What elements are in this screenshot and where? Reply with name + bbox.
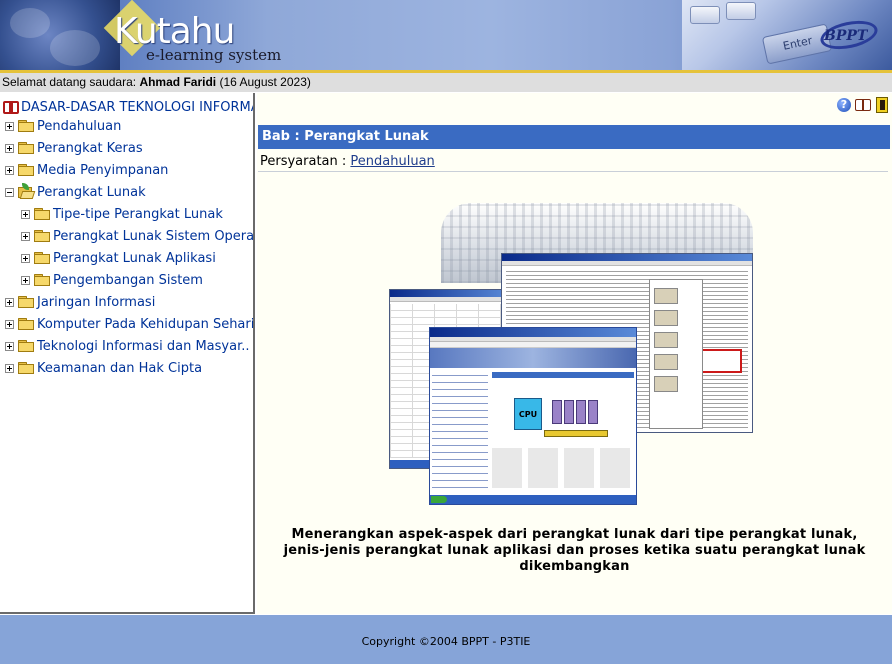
folder-icon	[34, 252, 50, 264]
software-screenshots-illustration: CPU	[389, 203, 755, 505]
folder-icon	[34, 274, 50, 286]
course-tree-sidebar: DASAR-DASAR TEKNOLOGI INFORMAS.. Pendahu…	[0, 93, 255, 614]
tree-item-label: Tipe-tipe Perangkat Lunak	[53, 206, 223, 222]
collapse-minus-icon[interactable]	[5, 187, 14, 197]
folder-icon	[34, 230, 50, 242]
welcome-prefix: Selamat datang saudara:	[2, 75, 137, 89]
copyright-text: Copyright ©2004 BPPT - P3TIE	[361, 635, 531, 648]
tree-item-label: Keamanan dan Hak Cipta	[37, 360, 203, 376]
tree-item-label: Perangkat Lunak Sistem Operasi	[53, 228, 255, 244]
prerequisite-label: Persyaratan :	[260, 154, 347, 169]
tree-item-komputer-kehidupan[interactable]: Komputer Pada Kehidupan Sehari..	[5, 315, 255, 333]
expand-plus-icon[interactable]	[5, 143, 14, 153]
book-icon	[3, 100, 19, 115]
folder-icon	[18, 142, 34, 154]
open-folder-icon	[18, 183, 36, 199]
content-toolbar: ?	[837, 97, 888, 113]
prerequisite-line: Persyaratan : Pendahuluan	[260, 154, 435, 169]
tree-item-perangkat-lunak[interactable]: Perangkat Lunak	[5, 183, 146, 201]
expand-plus-icon[interactable]	[21, 231, 30, 241]
logo-word: Kutahu	[114, 11, 235, 52]
prerequisite-link[interactable]: Pendahuluan	[350, 154, 434, 169]
tree-item-label: Perangkat Lunak	[37, 184, 146, 200]
tree-item-jaringan-informasi[interactable]: Jaringan Informasi	[5, 293, 155, 311]
chapter-description: Menerangkan aspek-aspek dari perangkat l…	[283, 527, 866, 574]
tree-item-media-penyimpanan[interactable]: Media Penyimpanan	[5, 161, 168, 179]
tree-root-course[interactable]: DASAR-DASAR TEKNOLOGI INFORMAS..	[3, 99, 255, 115]
folder-icon	[18, 340, 34, 352]
folder-icon	[18, 318, 34, 330]
open-book-icon[interactable]	[855, 98, 872, 112]
expand-plus-icon[interactable]	[21, 209, 30, 219]
tree-item-label: Teknologi Informasi dan Masyar..	[37, 338, 250, 354]
tree-subitem-pengembangan-sistem[interactable]: Pengembangan Sistem	[21, 271, 203, 289]
enter-key-label: Enter	[781, 33, 814, 53]
expand-plus-icon[interactable]	[21, 275, 30, 285]
tree-item-perangkat-keras[interactable]: Perangkat Keras	[5, 139, 143, 157]
bppt-logo-text: BPPT	[824, 28, 868, 44]
tree-item-label: Media Penyimpanan	[37, 162, 169, 178]
bppt-logo: BPPT	[817, 16, 882, 54]
folder-icon	[18, 362, 34, 374]
header-keyboard-artwork: Enter BPPT	[682, 0, 892, 70]
tree-item-label: Komputer Pada Kehidupan Sehari..	[37, 316, 255, 332]
tree-subitem-sistem-operasi[interactable]: Perangkat Lunak Sistem Operasi	[21, 227, 255, 245]
tree-item-label: Pengembangan Sistem	[53, 272, 203, 288]
thumbnails-window-image	[649, 279, 703, 429]
help-icon[interactable]: ?	[837, 98, 851, 112]
tree-subitem-aplikasi[interactable]: Perangkat Lunak Aplikasi	[21, 249, 216, 267]
cpu-diagram-label: CPU	[514, 398, 542, 430]
expand-plus-icon[interactable]	[5, 341, 14, 351]
prerequisite-divider	[258, 171, 888, 172]
tree-item-label: Perangkat Lunak Aplikasi	[53, 250, 216, 266]
folder-icon	[18, 120, 34, 132]
exit-door-icon[interactable]	[876, 97, 888, 113]
tree-item-keamanan[interactable]: Keamanan dan Hak Cipta	[5, 359, 202, 377]
expand-plus-icon[interactable]	[21, 253, 30, 263]
expand-plus-icon[interactable]	[5, 297, 14, 307]
tree-item-label: Perangkat Keras	[37, 140, 143, 156]
welcome-date: (16 August 2023)	[219, 75, 311, 89]
tree-root-label: DASAR-DASAR TEKNOLOGI INFORMAS..	[21, 99, 255, 115]
expand-plus-icon[interactable]	[5, 121, 14, 131]
tree-subitem-tipe-tipe[interactable]: Tipe-tipe Perangkat Lunak	[21, 205, 223, 223]
welcome-bar: Selamat datang saudara: Ahmad Faridi (16…	[0, 73, 892, 92]
lesson-content-pane: ? Bab : Perangkat Lunak Persyaratan : Pe…	[257, 93, 892, 614]
folder-icon	[18, 164, 34, 176]
tree-item-teknologi-informasi[interactable]: Teknologi Informasi dan Masyar..	[5, 337, 250, 355]
site-footer: Copyright ©2004 BPPT - P3TIE	[0, 615, 892, 664]
folder-icon	[18, 296, 34, 308]
logo-subtitle: e-learning system	[146, 46, 282, 64]
expand-plus-icon[interactable]	[5, 165, 14, 175]
expand-plus-icon[interactable]	[5, 319, 14, 329]
kutahu-browser-window-image: CPU	[429, 327, 637, 505]
tree-item-label: Pendahuluan	[37, 118, 122, 134]
user-name: Ahmad Faridi	[139, 75, 217, 89]
kutahu-logo: Kutahu e-learning system	[100, 0, 380, 66]
chapter-title-bar: Bab : Perangkat Lunak	[258, 125, 890, 149]
expand-plus-icon[interactable]	[5, 363, 14, 373]
folder-icon	[34, 208, 50, 220]
tree-item-label: Jaringan Informasi	[37, 294, 156, 310]
site-header: Kutahu e-learning system Enter BPPT	[0, 0, 892, 70]
tree-item-pendahuluan[interactable]: Pendahuluan	[5, 117, 121, 135]
